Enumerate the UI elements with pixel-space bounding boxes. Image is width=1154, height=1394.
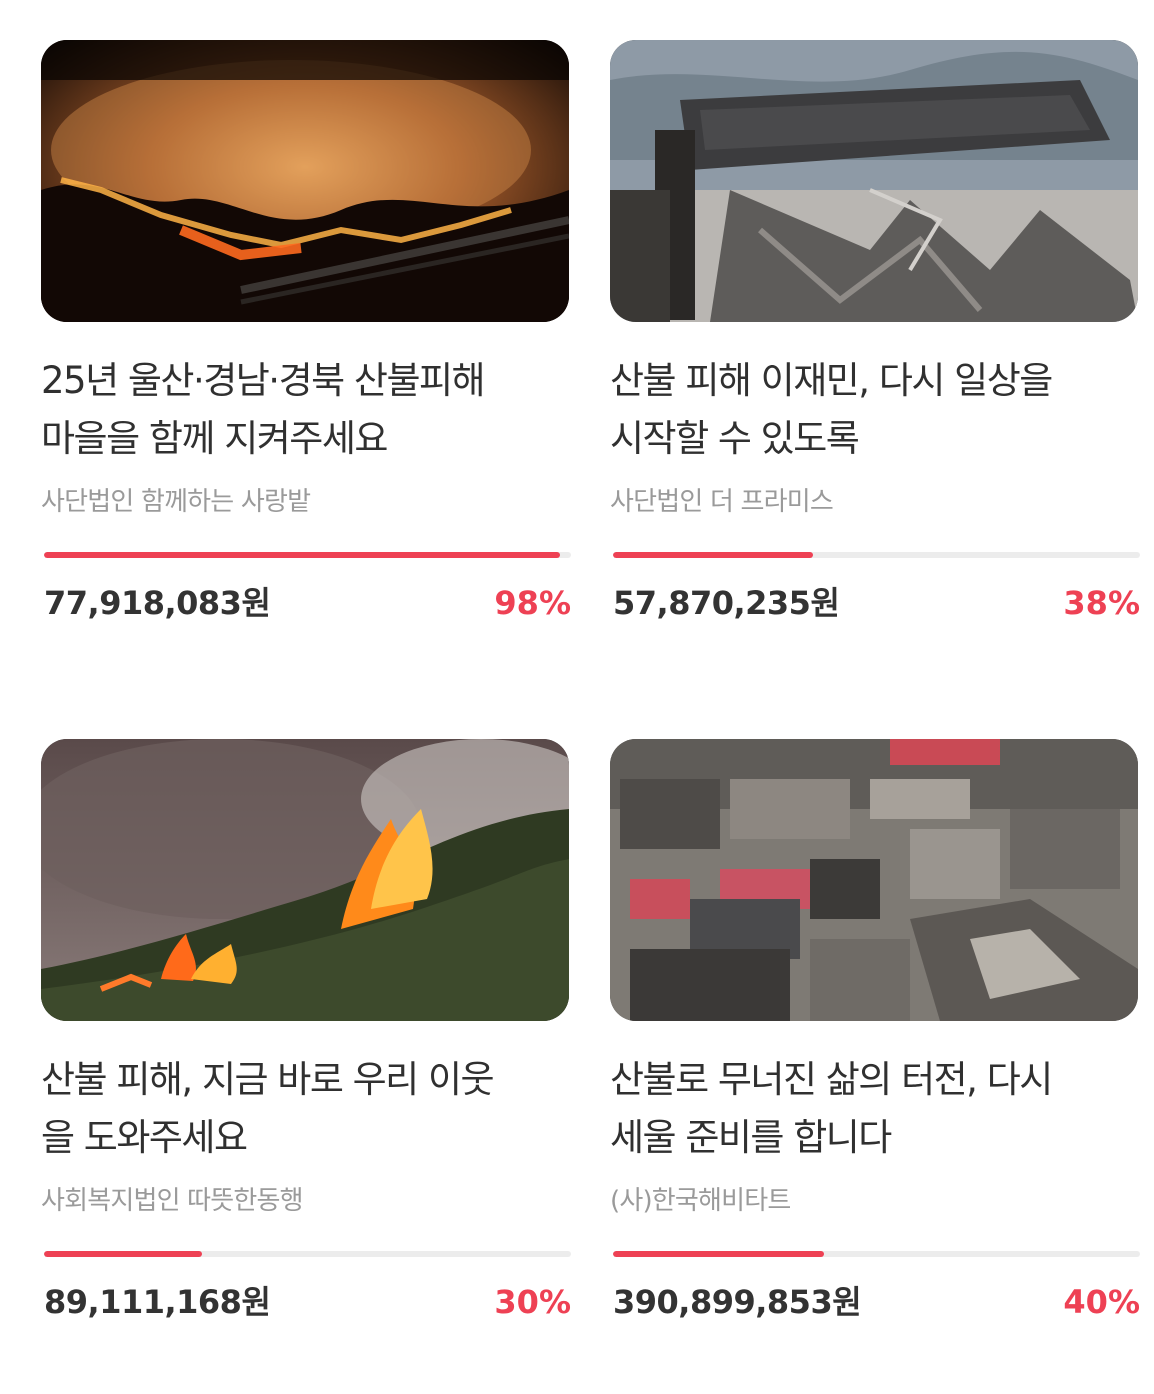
campaign-image-burned-village[interactable] [610, 739, 1138, 1021]
organization-name: (사)한국해비타트 [610, 1186, 791, 1216]
raised-amount: 57,870,235원 [613, 584, 840, 622]
campaign-title[interactable]: 산불로 무너진 삶의 터전, 다시 세울 준비를 합니다 [610, 1051, 1140, 1167]
campaign-meta: 77,918,083원 98% [41, 578, 571, 624]
progress-fill [44, 1251, 203, 1257]
title-line: 시작할 수 있도록 [610, 417, 860, 460]
raised-amount: 89,111,168원 [44, 1283, 271, 1321]
organization-name: 사단법인 함께하는 사랑밭 [41, 487, 311, 517]
campaign-image-night-wildfire[interactable] [41, 40, 569, 322]
campaign-card[interactable]: 산불로 무너진 삶의 터전, 다시 세울 준비를 합니다 (사)한국해비타트 3… [610, 739, 1140, 1323]
progress-fill [613, 552, 814, 558]
title-line: 마을을 함께 지켜주세요 [41, 417, 388, 460]
progress-bar [44, 1251, 571, 1257]
campaign-image-forest-fire[interactable] [41, 739, 569, 1021]
title-line: 산불로 무너진 삶의 터전, 다시 [610, 1058, 1053, 1101]
campaign-title[interactable]: 산불 피해, 지금 바로 우리 이웃 을 도와주세요 [41, 1051, 571, 1167]
campaign-meta: 57,870,235원 38% [610, 578, 1140, 624]
progress-bar [613, 1251, 1140, 1257]
campaign-title[interactable]: 25년 울산·경남·경북 산불피해 마을을 함께 지켜주세요 [41, 352, 571, 468]
organization-name: 사회복지법인 따뜻한동행 [41, 1186, 304, 1216]
raised-amount: 77,918,083원 [44, 584, 271, 622]
progress-fill [613, 1251, 824, 1257]
progress-percent: 40% [1063, 1283, 1140, 1321]
campaign-title[interactable]: 산불 피해 이재민, 다시 일상을 시작할 수 있도록 [610, 352, 1140, 468]
title-line: 25년 울산·경남·경북 산불피해 [41, 359, 486, 402]
progress-percent: 98% [494, 584, 571, 622]
title-line: 산불 피해 이재민, 다시 일상을 [610, 359, 1053, 402]
campaign-card[interactable]: 산불 피해, 지금 바로 우리 이웃 을 도와주세요 사회복지법인 따뜻한동행 … [41, 739, 571, 1323]
organization-name: 사단법인 더 프라미스 [610, 487, 834, 517]
campaign-card[interactable]: 25년 울산·경남·경북 산불피해 마을을 함께 지켜주세요 사단법인 함께하는… [41, 40, 571, 624]
progress-bar [613, 552, 1140, 558]
campaign-grid: 25년 울산·경남·경북 산불피해 마을을 함께 지켜주세요 사단법인 함께하는… [0, 0, 1154, 1394]
campaign-meta: 390,899,853원 40% [610, 1277, 1140, 1323]
progress-fill [44, 552, 561, 558]
progress-percent: 30% [494, 1283, 571, 1321]
title-line: 을 도와주세요 [41, 1116, 248, 1159]
progress-bar [44, 552, 571, 558]
raised-amount: 390,899,853원 [613, 1283, 862, 1321]
campaign-meta: 89,111,168원 30% [41, 1277, 571, 1323]
campaign-image-burned-structure[interactable] [610, 40, 1138, 322]
campaign-card[interactable]: 산불 피해 이재민, 다시 일상을 시작할 수 있도록 사단법인 더 프라미스 … [610, 40, 1140, 624]
title-line: 세울 준비를 합니다 [610, 1116, 892, 1159]
progress-percent: 38% [1063, 584, 1140, 622]
title-line: 산불 피해, 지금 바로 우리 이웃 [41, 1058, 495, 1101]
